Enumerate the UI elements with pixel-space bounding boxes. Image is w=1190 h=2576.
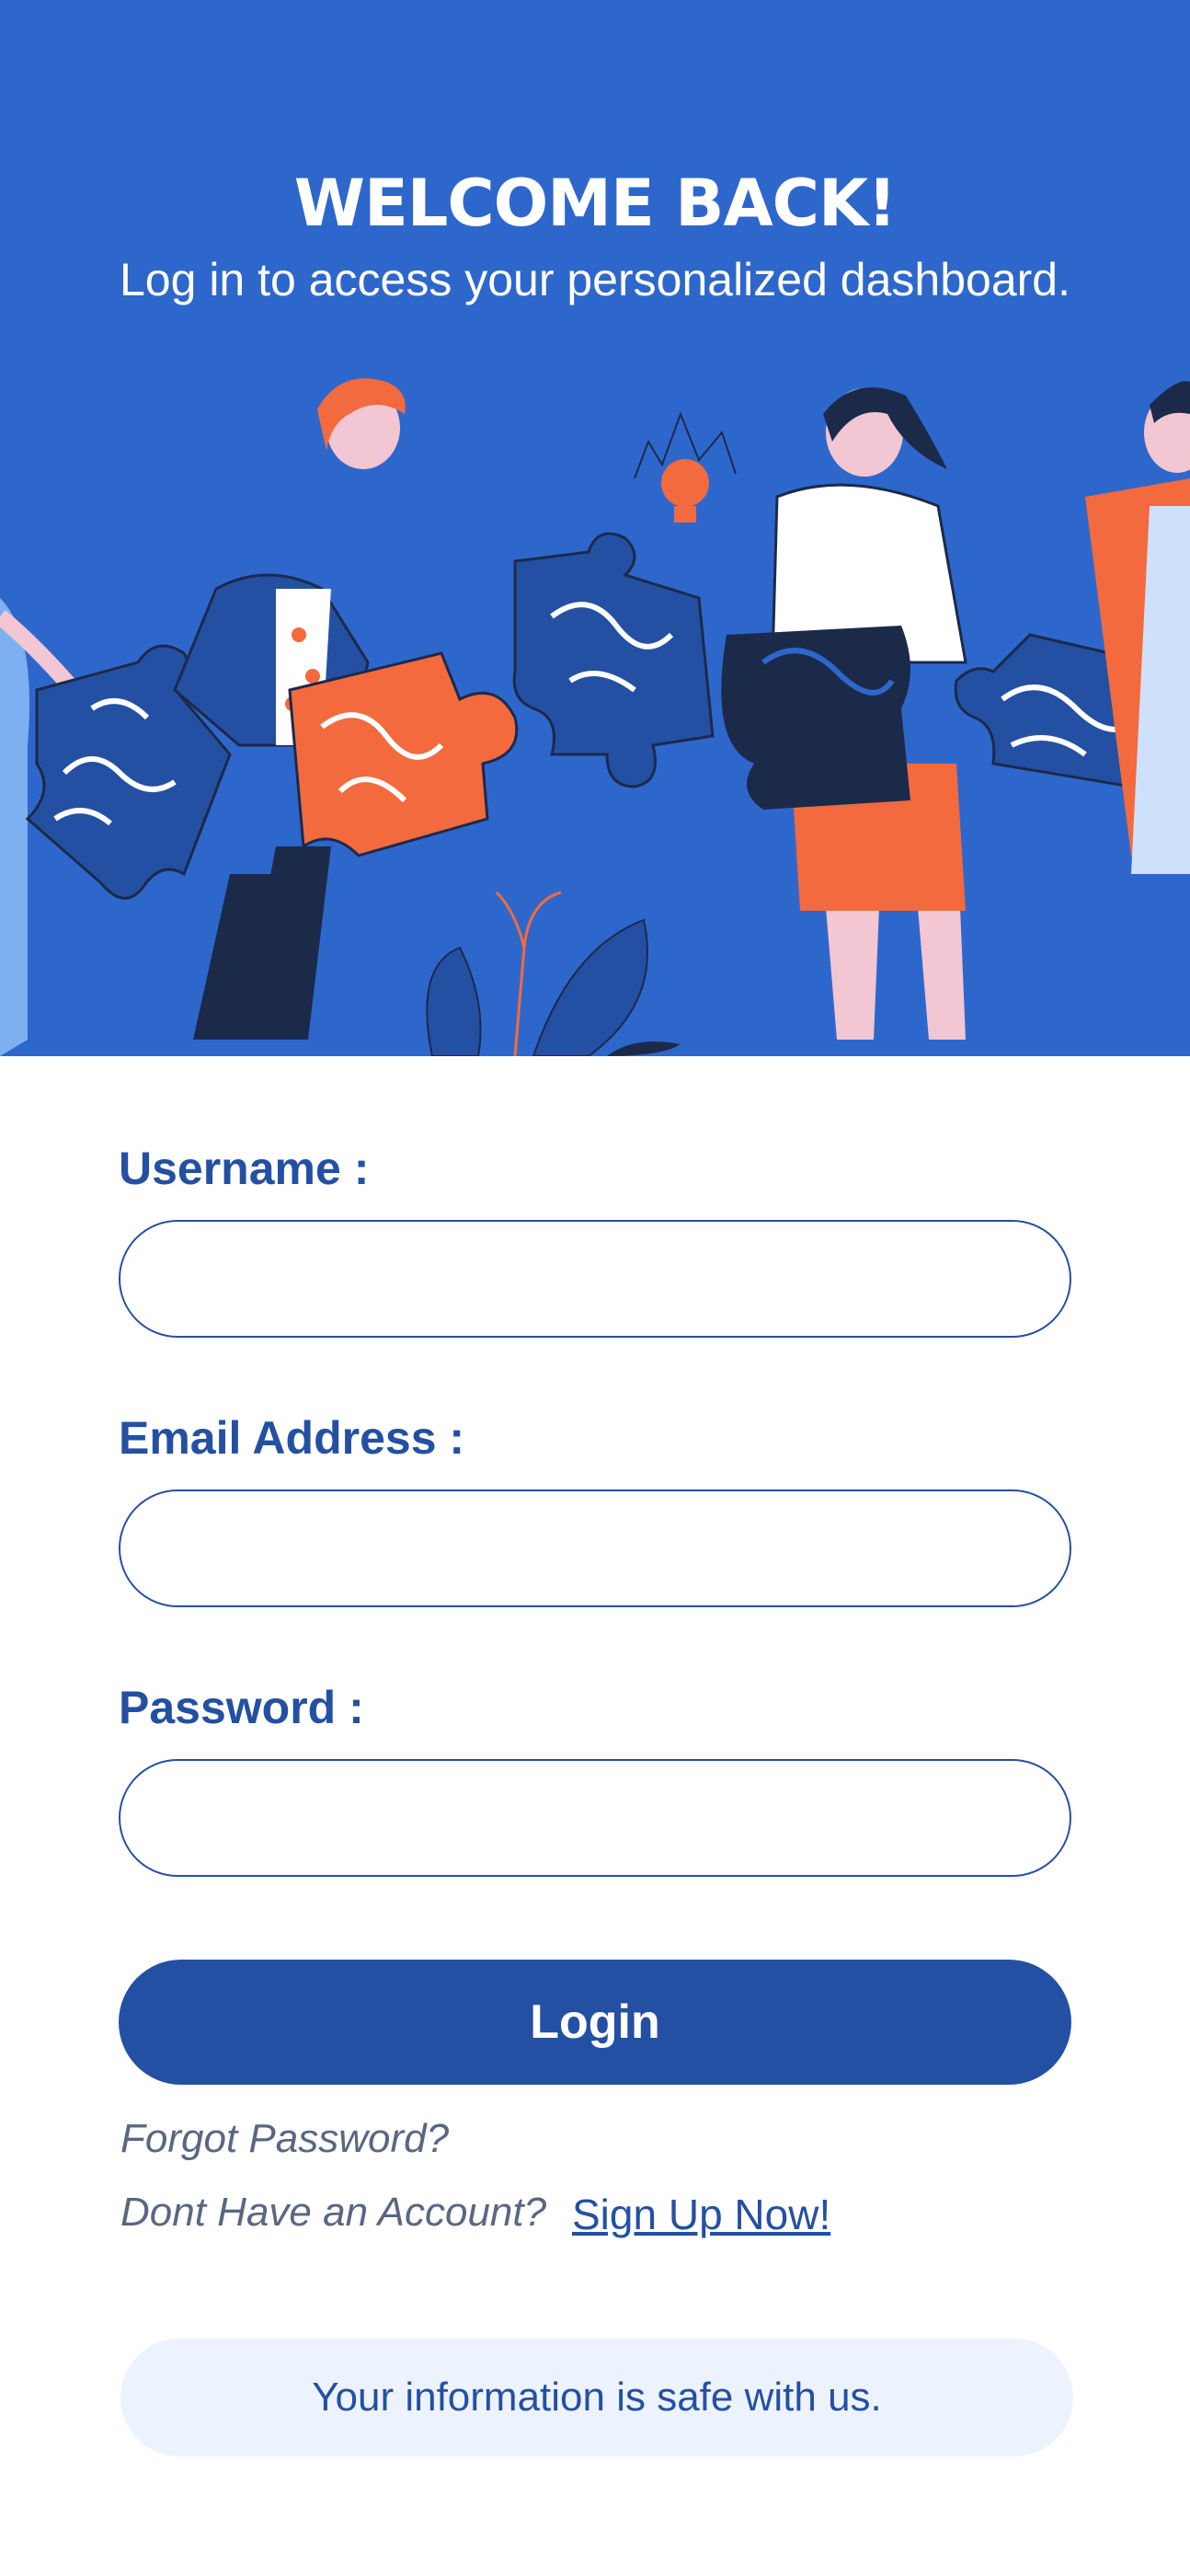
username-label: Username : [119, 1143, 370, 1194]
page-title: WELCOME BACK! [293, 166, 897, 241]
username-input[interactable] [119, 1220, 1071, 1338]
password-label: Password : [119, 1682, 364, 1733]
lightbulb-icon [634, 411, 737, 523]
username-group: Username : [119, 1141, 1071, 1410]
puzzle-piece-middle [512, 532, 715, 788]
email-label: Email Address : [119, 1412, 465, 1464]
page-subtitle: Log in to access your personalized dashb… [120, 254, 1070, 305]
email-input[interactable] [119, 1489, 1071, 1607]
password-group: Password : [119, 1680, 1071, 1949]
login-button[interactable]: Login [119, 1960, 1071, 2085]
hero-banner: WELCOME BACK! Log in to access your pers… [0, 0, 1190, 1056]
puzzle-piece-orange [288, 651, 519, 857]
login-form: Username : Email Address : Password : [119, 1141, 1071, 1949]
email-group: Email Address : [119, 1410, 1071, 1680]
forgot-password-link[interactable]: Forgot Password? [120, 2116, 449, 2162]
no-account-text: Dont Have an Account? [120, 2190, 547, 2235]
security-notice: Your information is safe with us. [120, 2339, 1073, 2456]
woman-character [721, 387, 967, 1040]
plant-illustration [426, 891, 681, 1056]
password-input[interactable] [119, 1759, 1071, 1877]
sign-up-link[interactable]: Sign Up Now! [572, 2190, 830, 2239]
people-with-puzzle-pieces-illustration [0, 378, 1190, 1056]
woman-right-character [1085, 381, 1190, 874]
